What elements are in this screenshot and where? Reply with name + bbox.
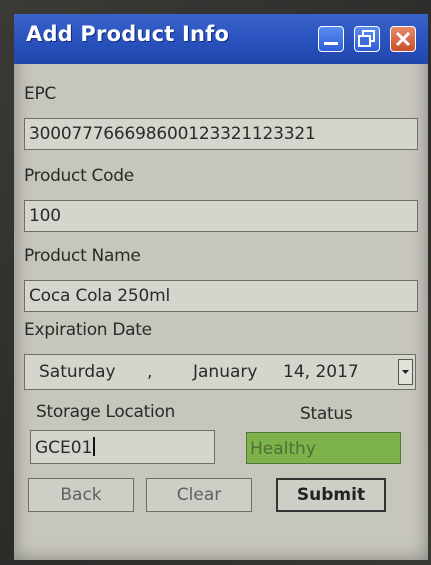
minimize-button[interactable] [318,26,344,52]
storage-location-value: GCE01 [35,438,93,458]
epc-field[interactable]: 300077766698600123321123321 [24,118,418,150]
back-button[interactable]: Back [28,478,134,512]
text-cursor [93,437,96,456]
product-name-field[interactable]: Coca Cola 250ml [24,280,418,312]
restore-icon [358,30,375,47]
submit-button[interactable]: Submit [276,478,386,512]
chevron-down-icon [402,370,409,374]
window-title: Add Product Info [26,22,230,46]
restore-button[interactable] [354,26,380,52]
status-badge: Healthy [246,432,401,464]
date-day-year: 14, 2017 [283,362,359,382]
title-bar: Add Product Info [14,14,428,64]
product-code-label: Product Code [24,166,134,186]
date-weekday: Saturday [39,362,116,382]
date-month: January [193,362,258,382]
expiration-date-label: Expiration Date [24,320,152,340]
product-code-field[interactable]: 100 [24,200,418,232]
product-name-label: Product Name [24,246,141,266]
status-label: Status [300,404,353,424]
storage-location-label: Storage Location [36,402,176,422]
close-icon [395,31,411,47]
storage-location-input[interactable]: GCE01 [30,430,215,464]
expiration-date-picker[interactable]: Saturday , January 14, 2017 [24,354,416,390]
date-separator: , [147,362,153,382]
close-button[interactable] [390,26,416,52]
minimize-icon [324,42,338,45]
device-screen: Add Product Info EPC 3000777666986001233… [14,14,428,560]
epc-label: EPC [24,84,56,104]
date-dropdown-button[interactable] [398,359,413,385]
clear-button[interactable]: Clear [146,478,252,512]
